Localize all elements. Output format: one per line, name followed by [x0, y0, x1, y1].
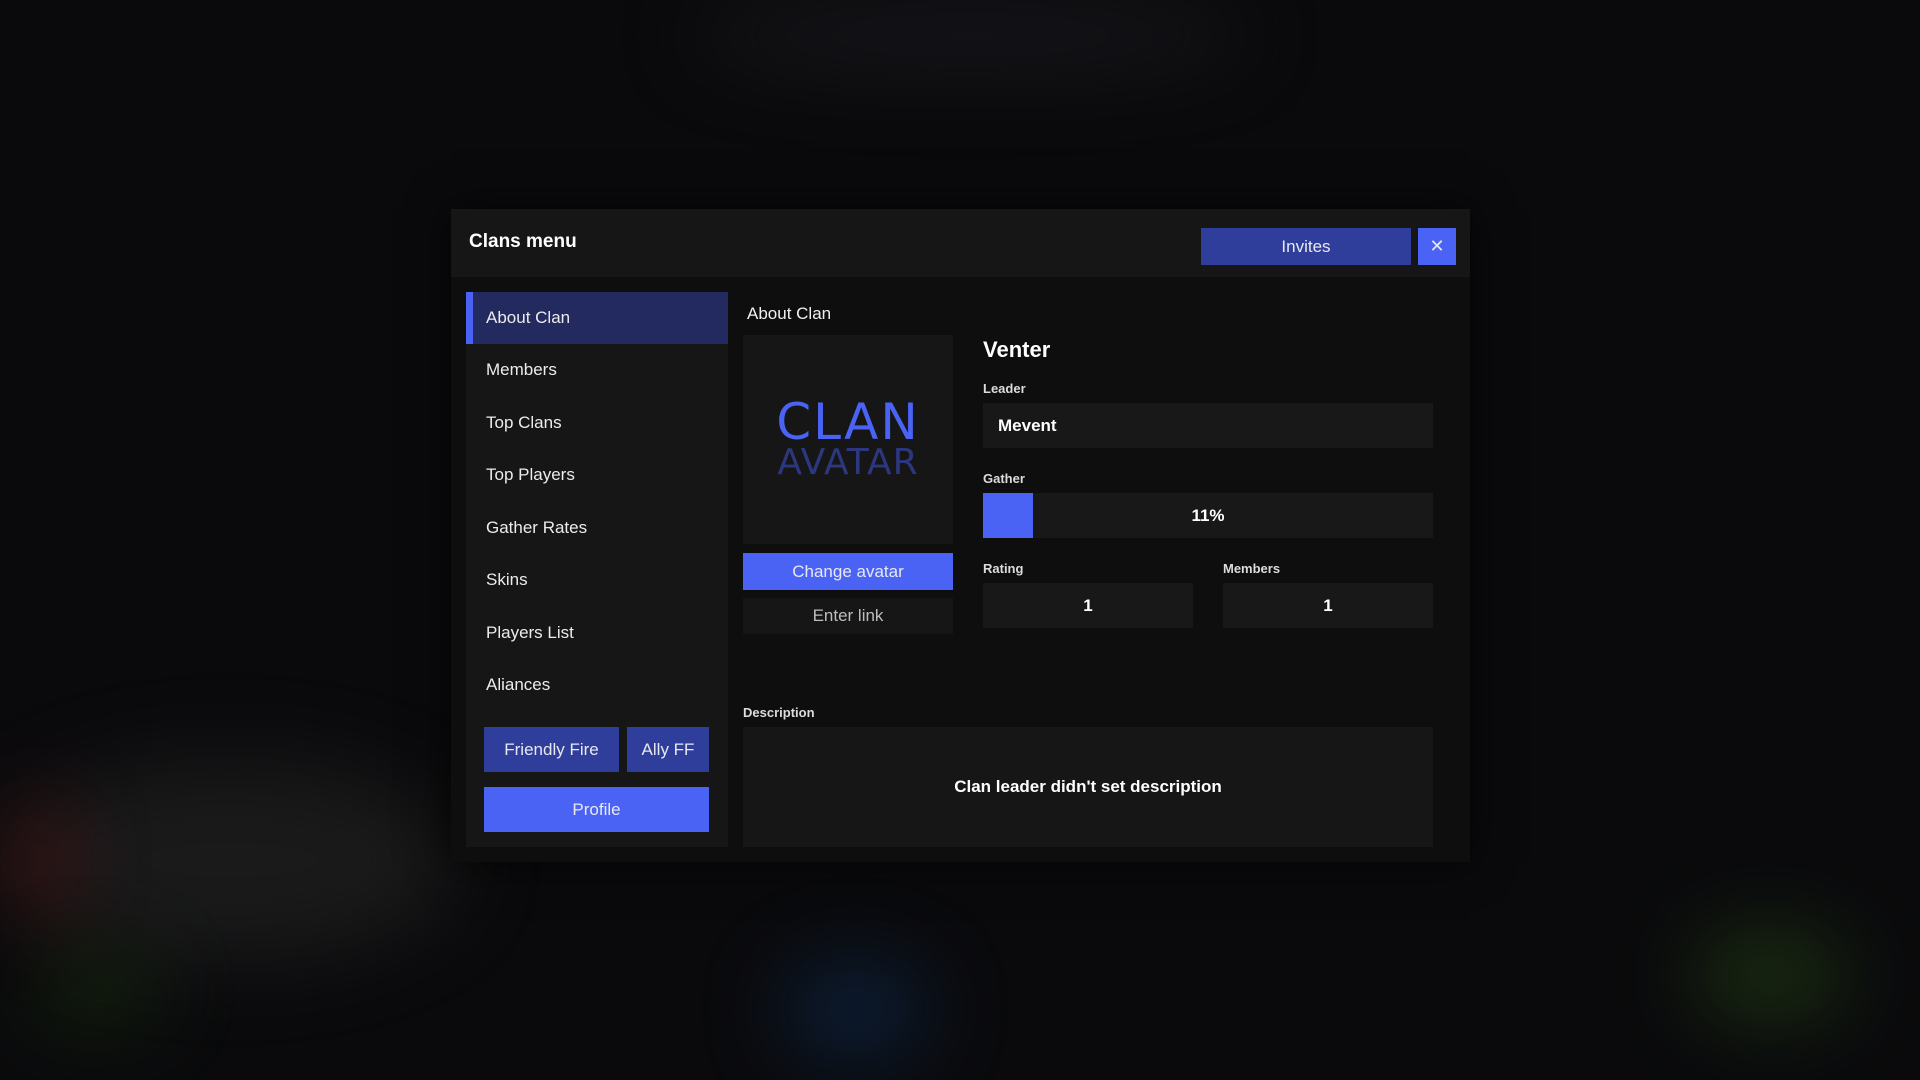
- section-title: About Clan: [747, 304, 832, 323]
- window-header: Clans menu Invites ✕: [451, 209, 1470, 277]
- members-label: Members: [1223, 561, 1281, 576]
- description-box: Clan leader didn't set description: [743, 727, 1433, 847]
- avatar-placeholder-line1: CLAN: [776, 392, 920, 451]
- sidebar-item-players-list[interactable]: Players List: [466, 607, 728, 659]
- sidebar-item-label: Skins: [486, 570, 528, 589]
- change-avatar-button[interactable]: Change avatar: [743, 553, 953, 590]
- friendly-fire-button[interactable]: Friendly Fire: [484, 727, 619, 772]
- clan-avatar: CLAN AVATAR: [743, 335, 953, 544]
- rating-label: Rating: [983, 561, 1024, 576]
- sidebar-item-label: About Clan: [486, 308, 571, 327]
- ally-ff-button[interactable]: Ally FF: [627, 727, 709, 772]
- sidebar-item-label: Gather Rates: [486, 518, 588, 537]
- sidebar-item-label: Aliances: [486, 675, 551, 694]
- gather-percent-text: 11%: [1191, 505, 1225, 525]
- leader-value: Mevent: [998, 415, 1057, 435]
- sidebar-item-skins[interactable]: Skins: [466, 554, 728, 606]
- invites-button[interactable]: Invites: [1201, 228, 1411, 265]
- blurred-blue-glow: [780, 960, 930, 1060]
- close-icon: ✕: [1429, 236, 1445, 256]
- description-text: Clan leader didn't set description: [954, 777, 1222, 796]
- close-button[interactable]: ✕: [1418, 228, 1456, 265]
- sidebar-item-aliances[interactable]: Aliances: [466, 659, 728, 711]
- sidebar-item-label: Players List: [486, 623, 574, 642]
- gather-label: Gather: [983, 471, 1025, 486]
- clan-name: Venter: [983, 337, 1051, 362]
- sidebar-item-top-clans[interactable]: Top Clans: [466, 397, 728, 449]
- blurred-red-glow: [10, 800, 70, 920]
- members-field: 1: [1223, 583, 1433, 628]
- leader-label: Leader: [983, 381, 1026, 396]
- sidebar-item-gather-rates[interactable]: Gather Rates: [466, 502, 728, 554]
- blurred-hud-glow: [1690, 930, 1850, 1020]
- window-title: Clans menu: [469, 231, 577, 252]
- sidebar: About Clan Members Top Clans Top Players…: [466, 292, 728, 847]
- sidebar-item-about-clan[interactable]: About Clan: [466, 292, 728, 344]
- leader-field: Mevent: [983, 403, 1433, 448]
- avatar-link-input[interactable]: Enter link: [743, 598, 953, 634]
- blurred-top-text: [690, 0, 1250, 70]
- sidebar-item-members[interactable]: Members: [466, 344, 728, 396]
- sidebar-item-label: Members: [486, 360, 557, 379]
- profile-button[interactable]: Profile: [484, 787, 709, 832]
- sidebar-item-label: Top Players: [486, 465, 575, 484]
- rating-value: 1: [1083, 595, 1093, 615]
- clans-menu-window: Clans menu Invites ✕ About Clan Members …: [451, 209, 1470, 862]
- avatar-placeholder-line2: AVATAR: [777, 441, 919, 483]
- gather-progress-bar: 11%: [983, 493, 1433, 538]
- rating-field: 1: [983, 583, 1193, 628]
- sidebar-item-top-players[interactable]: Top Players: [466, 449, 728, 501]
- gather-progress-fill: [983, 493, 1033, 538]
- description-label: Description: [743, 705, 815, 720]
- sidebar-item-label: Top Clans: [486, 413, 562, 432]
- blurred-green-glow: [30, 960, 160, 1020]
- members-value: 1: [1323, 595, 1333, 615]
